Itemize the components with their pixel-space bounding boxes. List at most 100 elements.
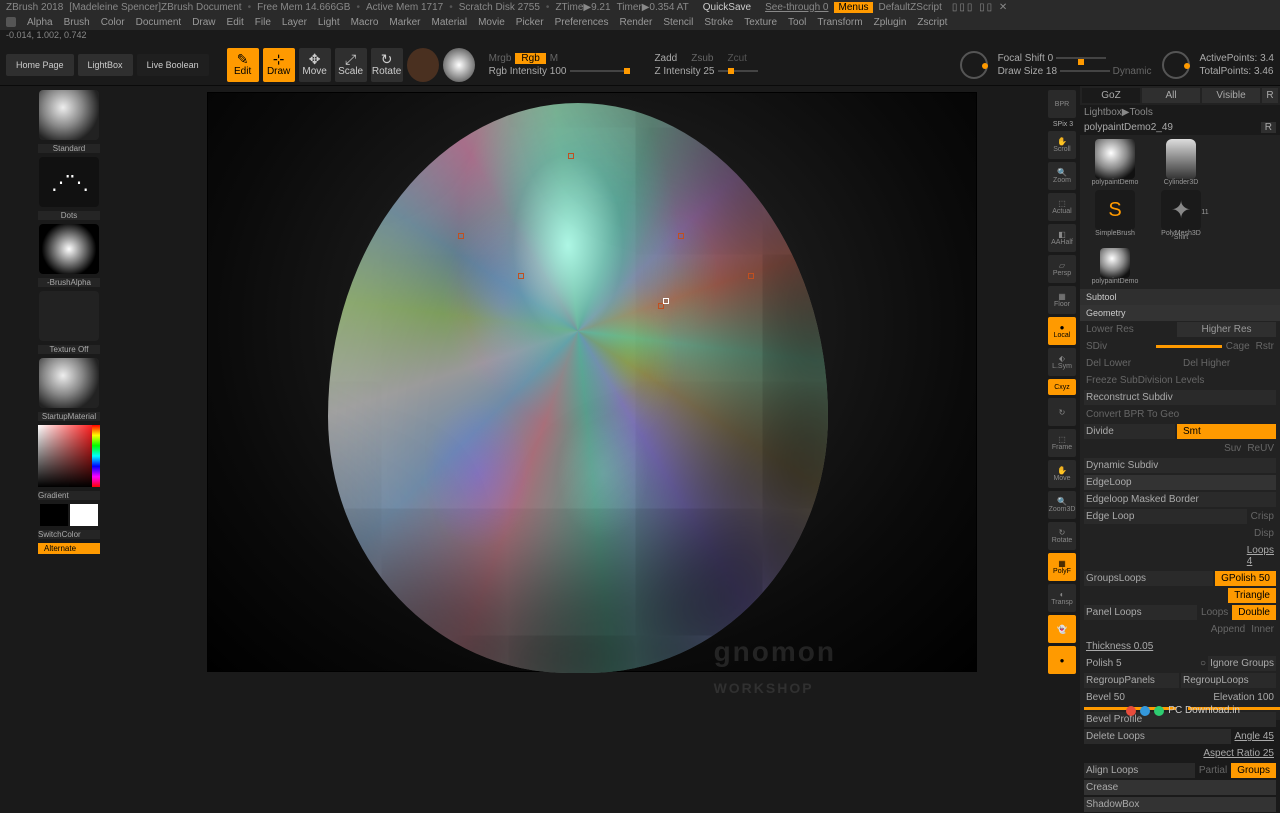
seethrough-slider[interactable]: See-through 0: [765, 2, 828, 13]
edge-loop-button[interactable]: Edge Loop: [1084, 509, 1247, 524]
del-lower-button[interactable]: Del Lower: [1084, 356, 1179, 371]
canvas[interactable]: [207, 92, 977, 672]
tool-r-button[interactable]: R: [1261, 122, 1276, 133]
menu-picker[interactable]: Picker: [516, 17, 544, 28]
home-page-button[interactable]: Home Page: [6, 54, 74, 76]
rgb-intensity-label[interactable]: Rgb Intensity 100: [489, 66, 567, 77]
rgb-intensity-slider[interactable]: [570, 70, 630, 72]
double-button[interactable]: Double: [1232, 605, 1276, 620]
shadowbox-header[interactable]: ShadowBox: [1084, 797, 1276, 812]
lightbox-button[interactable]: LightBox: [78, 54, 133, 76]
menu-zplugin[interactable]: Zplugin: [874, 17, 907, 28]
groupsloops-button[interactable]: GroupsLoops: [1084, 571, 1213, 586]
menu-marker[interactable]: Marker: [389, 17, 420, 28]
solo-button[interactable]: ●: [1048, 646, 1076, 674]
edgeloop-header[interactable]: EdgeLoop: [1084, 475, 1276, 490]
regroup-loops-button[interactable]: RegroupLoops: [1181, 673, 1276, 688]
mrgb-button[interactable]: Mrgb: [489, 53, 512, 64]
focal-shift[interactable]: Focal Shift 0: [998, 53, 1054, 64]
draw-mode-button[interactable]: ⊹Draw: [263, 48, 295, 82]
lower-res-button[interactable]: Lower Res: [1084, 322, 1175, 337]
gizmo-marker[interactable]: [678, 233, 684, 239]
goz-r-button[interactable]: R: [1262, 88, 1278, 103]
mesh-object[interactable]: [328, 103, 828, 673]
reuv-button[interactable]: ReUV: [1245, 441, 1276, 456]
zoom-button[interactable]: 🔍Zoom: [1048, 162, 1076, 190]
local-button[interactable]: ●Local: [1048, 317, 1076, 345]
menus-toggle[interactable]: Menus: [834, 2, 872, 13]
material-thumbnail[interactable]: [39, 358, 99, 408]
loops4-slider[interactable]: Loops 4: [1245, 543, 1276, 569]
menu-brush[interactable]: Brush: [64, 17, 90, 28]
live-boolean-button[interactable]: Live Boolean: [137, 54, 209, 76]
menu-macro[interactable]: Macro: [351, 17, 379, 28]
menu-alpha[interactable]: Alpha: [27, 17, 53, 28]
smt-button[interactable]: Smt: [1177, 424, 1276, 439]
move3d-button[interactable]: ✋Move: [1048, 460, 1076, 488]
freeze-subdiv-button[interactable]: Freeze SubDivision Levels: [1084, 373, 1276, 388]
lightbox-path[interactable]: Lightbox▶Tools: [1080, 105, 1280, 120]
menu-edit[interactable]: Edit: [227, 17, 244, 28]
zoom3d-button[interactable]: 🔍Zoom3D: [1048, 491, 1076, 519]
tool-thumb-polypaint2[interactable]: [1100, 248, 1130, 278]
viewport[interactable]: gnomonWORKSHOP: [138, 86, 1046, 720]
sculptris-button[interactable]: [443, 48, 475, 82]
aspect-ratio-slider[interactable]: Aspect Ratio 25: [1201, 746, 1276, 761]
geometry-header[interactable]: Geometry: [1080, 305, 1280, 321]
hue-slider[interactable]: [92, 425, 100, 487]
scale-mode-button[interactable]: ⤢Scale: [335, 48, 367, 82]
alpha-thumbnail[interactable]: [39, 224, 99, 274]
crease-header[interactable]: Crease: [1084, 780, 1276, 795]
menu-file[interactable]: File: [255, 17, 271, 28]
scroll-button[interactable]: ✋Scroll: [1048, 131, 1076, 159]
axis-button[interactable]: ↻: [1048, 398, 1076, 426]
goz-visible-button[interactable]: Visible: [1202, 88, 1260, 103]
xyz-button[interactable]: Cxyz: [1048, 379, 1076, 395]
zadd-button[interactable]: Zadd: [654, 53, 677, 64]
menu-zscript[interactable]: Zscript: [917, 17, 947, 28]
z-intensity-slider[interactable]: [718, 70, 758, 72]
convert-bpr-button[interactable]: Convert BPR To Geo: [1084, 407, 1276, 422]
reconstruct-button[interactable]: Reconstruct Subdiv: [1084, 390, 1276, 405]
active-tool-name[interactable]: polypaintDemo2_49: [1084, 122, 1257, 133]
menu-layer[interactable]: Layer: [282, 17, 307, 28]
menu-draw[interactable]: Draw: [192, 17, 215, 28]
elevation-slider[interactable]: Elevation 100: [1181, 690, 1276, 705]
groups-button[interactable]: Groups: [1231, 763, 1276, 778]
rgb-button[interactable]: Rgb: [515, 53, 545, 64]
tool-thumb-polymesh[interactable]: ✦: [1161, 190, 1201, 230]
actual-button[interactable]: ⬚Actual: [1048, 193, 1076, 221]
polish-slider[interactable]: Polish 5: [1084, 656, 1198, 671]
frame-button[interactable]: ⬚Frame: [1048, 429, 1076, 457]
menu-tool[interactable]: Tool: [788, 17, 806, 28]
divide-button[interactable]: Divide: [1084, 424, 1175, 439]
dynamic-subdiv-button[interactable]: Dynamic Subdiv: [1084, 458, 1276, 473]
bevel-slider[interactable]: Bevel 50: [1084, 690, 1179, 705]
dynamic-toggle[interactable]: Dynamic: [1113, 66, 1152, 77]
gizmo-button[interactable]: [407, 48, 439, 82]
z-intensity-label[interactable]: Z Intensity 25: [654, 66, 714, 77]
zcut-button[interactable]: Zcut: [727, 53, 746, 64]
draw-size[interactable]: Draw Size 18: [998, 66, 1057, 77]
persp-button[interactable]: ▱Persp: [1048, 255, 1076, 283]
sdiv-label[interactable]: SDiv: [1084, 339, 1154, 354]
gizmo-marker[interactable]: [748, 273, 754, 279]
move-mode-button[interactable]: ✥Move: [299, 48, 331, 82]
align-loops-button[interactable]: Align Loops: [1084, 763, 1195, 778]
menu-render[interactable]: Render: [620, 17, 653, 28]
menu-preferences[interactable]: Preferences: [555, 17, 609, 28]
ignore-groups-button[interactable]: Ignore Groups: [1208, 656, 1276, 671]
menu-document[interactable]: Document: [136, 17, 182, 28]
gradient-label[interactable]: Gradient: [38, 491, 100, 500]
color-picker[interactable]: [38, 425, 100, 487]
m-button[interactable]: M: [550, 53, 558, 64]
transp-button[interactable]: ◐Transp: [1048, 584, 1076, 612]
menu-texture[interactable]: Texture: [744, 17, 777, 28]
aahalf-button[interactable]: ◧AAHalf: [1048, 224, 1076, 252]
tool-thumb-simplebrush[interactable]: S: [1095, 190, 1135, 230]
spix-label[interactable]: SPix 3: [1048, 121, 1078, 128]
menu-color[interactable]: Color: [101, 17, 125, 28]
suv-button[interactable]: Suv: [1222, 441, 1243, 456]
sdiv-slider[interactable]: [1156, 345, 1222, 348]
subtool-header[interactable]: Subtool: [1080, 289, 1280, 305]
